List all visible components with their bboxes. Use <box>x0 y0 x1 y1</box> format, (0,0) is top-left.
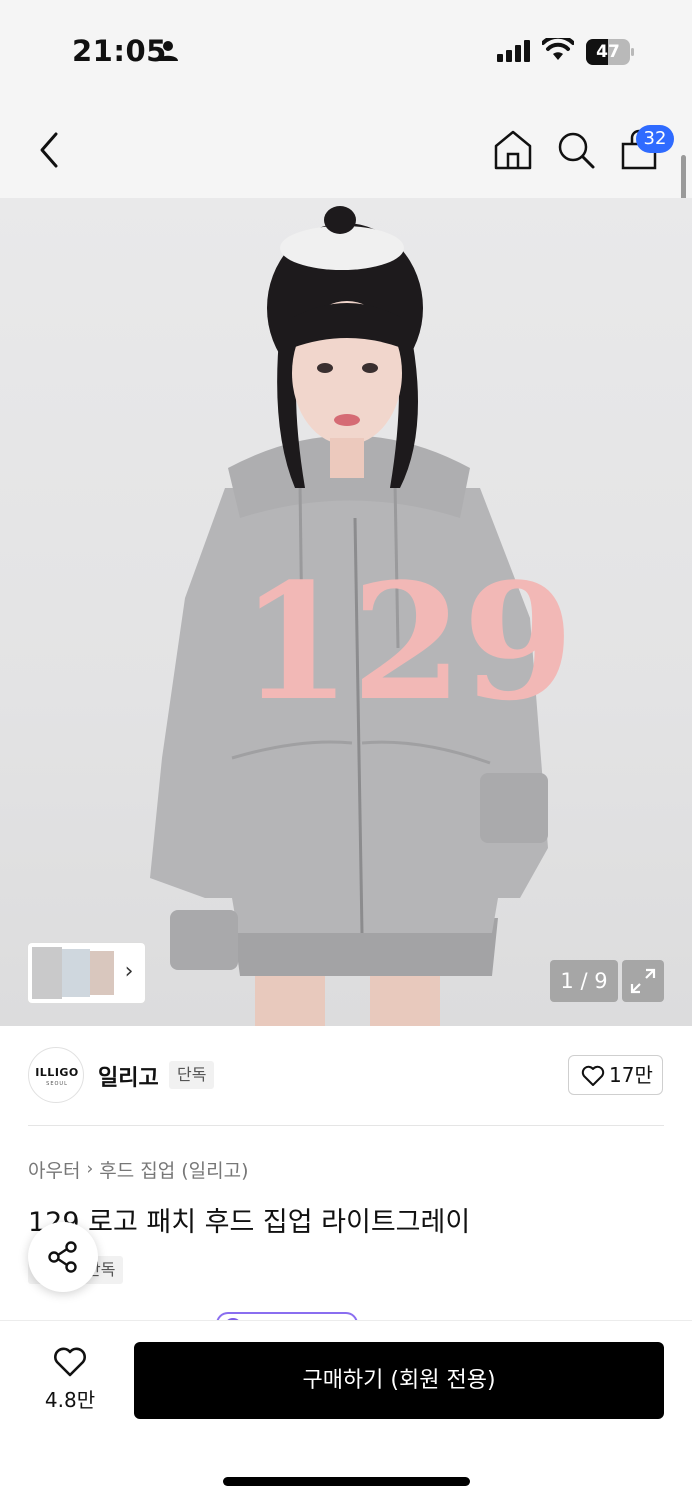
image-page-counter: 1 / 9 <box>550 960 618 1002</box>
person-icon <box>158 41 178 61</box>
thumbnail-image[interactable] <box>32 947 62 999</box>
home-indicator[interactable] <box>223 1477 470 1486</box>
status-time: 21:05 <box>72 34 167 68</box>
chevron-right-icon[interactable]: › <box>120 957 138 987</box>
brand-like-count: 17만 <box>609 1063 653 1087</box>
brand-logo[interactable]: ILLIGO SEOUL <box>28 1047 84 1103</box>
breadcrumb-category[interactable]: 아우터 <box>28 1156 80 1183</box>
battery-icon: 47 <box>586 39 634 65</box>
search-icon[interactable] <box>555 128 597 172</box>
model-photo: 129 <box>150 206 574 1026</box>
battery-level: 47 <box>596 42 620 62</box>
cart-count-badge: 32 <box>636 125 674 153</box>
signal-icon <box>497 40 530 62</box>
share-icon <box>48 1241 77 1273</box>
share-button[interactable] <box>28 1222 98 1292</box>
back-icon[interactable] <box>30 128 70 172</box>
brand-logo-subtext: SEOUL <box>46 1081 68 1087</box>
top-navigation <box>0 100 692 198</box>
brand-name[interactable]: 일리고 <box>98 1060 159 1092</box>
brand-like-button[interactable]: 17만 <box>568 1055 663 1095</box>
chevron-right-icon: › <box>86 1159 94 1179</box>
heart-icon <box>54 1347 86 1377</box>
status-bar: 21:05 47 <box>0 0 692 100</box>
expand-icon <box>630 968 656 994</box>
breadcrumb-subcategory[interactable]: 후드 집업 (일리고) <box>99 1156 248 1183</box>
breadcrumb: 아우터 › 후드 집업 (일리고) <box>28 1155 249 1183</box>
wishlist-button[interactable]: 4.8만 <box>30 1340 110 1420</box>
product-image[interactable]: 129 <box>0 198 692 1026</box>
brand-exclusive-badge: 단독 <box>169 1061 215 1089</box>
thumbnail-image[interactable] <box>90 951 114 995</box>
buy-button[interactable]: 구매하기 (회원 전용) <box>134 1342 664 1419</box>
heart-icon <box>581 1065 605 1086</box>
print-number: 129 <box>240 548 574 736</box>
wishlist-count: 4.8만 <box>44 1388 96 1412</box>
wifi-icon <box>542 38 574 60</box>
home-icon[interactable] <box>492 128 534 172</box>
brand-logo-text: ILLIGO <box>35 1066 79 1079</box>
expand-button[interactable] <box>622 960 664 1002</box>
product-title: 129 로고 패치 후드 집업 라이트그레이 <box>28 1207 471 1238</box>
divider <box>28 1125 664 1126</box>
thumbnail-strip[interactable]: › <box>28 943 145 1003</box>
thumbnail-image[interactable] <box>62 949 90 997</box>
